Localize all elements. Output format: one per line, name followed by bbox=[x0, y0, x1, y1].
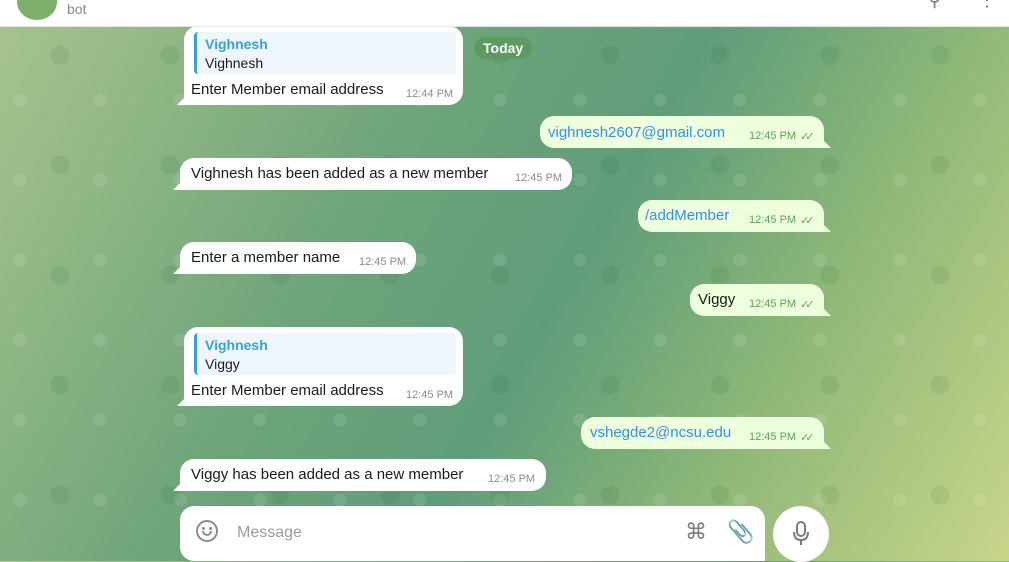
message-input[interactable] bbox=[235, 523, 659, 543]
command-icon[interactable]: ⌘ bbox=[685, 519, 707, 545]
more-vertical-icon[interactable]: ⋮ bbox=[978, 0, 996, 11]
search-icon[interactable]: ⚲ bbox=[928, 0, 941, 11]
message-time: 12:45 PM bbox=[359, 256, 407, 268]
message-bubble[interactable]: Viggy 12:45 PM ✓✓ bbox=[690, 284, 824, 316]
reply-quote[interactable]: Vighnesh Viggy bbox=[194, 333, 456, 375]
message-bubble[interactable]: Viggy has been added as a new member 12:… bbox=[180, 459, 546, 491]
message-bubble[interactable]: Vighnesh Viggy Enter Member email addres… bbox=[184, 327, 463, 406]
microphone-icon bbox=[793, 521, 809, 545]
message-link[interactable]: vshegde2@ncsu.edu bbox=[590, 424, 731, 441]
read-checkmarks-icon: ✓✓ bbox=[800, 299, 815, 311]
message-text: Enter Member email address bbox=[191, 382, 384, 399]
message-time: 12:45 PM bbox=[749, 431, 797, 443]
message-text: Viggy bbox=[698, 291, 736, 308]
avatar[interactable] bbox=[17, 0, 57, 20]
message-text: Enter Member email address bbox=[191, 81, 384, 98]
message-time: 12:45 PM bbox=[749, 130, 797, 142]
quote-text: Viggy bbox=[205, 356, 240, 372]
message-bubble[interactable]: vshegde2@ncsu.edu 12:45 PM ✓✓ bbox=[581, 417, 824, 449]
emoji-icon[interactable] bbox=[196, 520, 218, 542]
quote-author: Vighnesh bbox=[205, 337, 268, 353]
message-time: 12:45 PM bbox=[406, 389, 454, 401]
message-bubble[interactable]: vighnesh2607@gmail.com 12:45 PM ✓✓ bbox=[540, 116, 824, 148]
message-text: Viggy has been added as a new member bbox=[191, 466, 464, 483]
chat-subtitle: bot bbox=[67, 1, 87, 17]
message-text: Enter a member name bbox=[191, 249, 341, 266]
message-time: 12:45 PM bbox=[749, 214, 797, 226]
message-time: 12:44 PM bbox=[406, 88, 454, 100]
read-checkmarks-icon: ✓✓ bbox=[800, 131, 815, 143]
reply-quote[interactable]: Vighnesh Vighnesh bbox=[194, 32, 456, 74]
chat-header: bot ⚲ ⋮ bbox=[0, 0, 1009, 27]
message-bubble[interactable]: /addMember 12:45 PM ✓✓ bbox=[638, 200, 824, 232]
quote-text: Vighnesh bbox=[205, 55, 264, 71]
message-link[interactable]: /addMember bbox=[645, 207, 729, 224]
quote-author: Vighnesh bbox=[205, 36, 268, 52]
message-bubble[interactable]: Enter a member name 12:45 PM bbox=[180, 242, 416, 274]
message-text: Vighnesh has been added as a new member bbox=[191, 165, 489, 182]
date-chip: Today bbox=[474, 37, 533, 59]
message-bubble[interactable]: Vighnesh has been added as a new member … bbox=[180, 158, 572, 190]
paperclip-icon[interactable]: 📎 bbox=[727, 519, 754, 545]
message-time: 12:45 PM bbox=[488, 473, 536, 485]
read-checkmarks-icon: ✓✓ bbox=[800, 215, 815, 227]
message-time: 12:45 PM bbox=[749, 298, 797, 310]
voice-record-button[interactable] bbox=[773, 506, 829, 562]
message-time: 12:45 PM bbox=[515, 172, 563, 184]
message-link[interactable]: vighnesh2607@gmail.com bbox=[548, 124, 725, 141]
read-checkmarks-icon: ✓✓ bbox=[800, 432, 815, 444]
message-bubble[interactable]: Vighnesh Vighnesh Enter Member email add… bbox=[184, 26, 463, 105]
message-composer: ⌘ 📎 bbox=[180, 506, 765, 561]
